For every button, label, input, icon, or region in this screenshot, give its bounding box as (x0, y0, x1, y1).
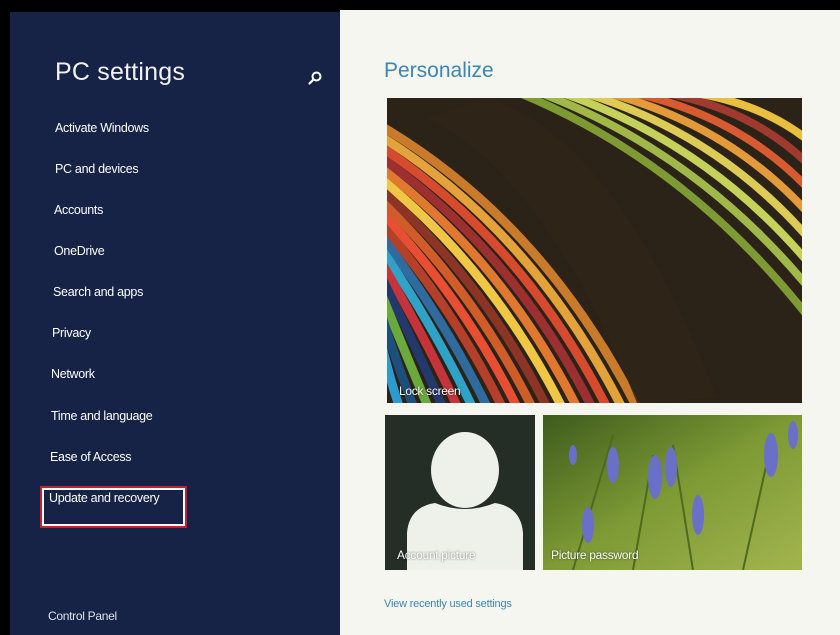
account-picture-label: Account picture (397, 548, 476, 562)
account-picture-tile[interactable]: Account picture (385, 415, 535, 570)
sidebar-item-search-and-apps[interactable]: Search and apps (53, 285, 143, 299)
search-icon[interactable] (307, 70, 323, 86)
sidebar-item-activate-windows[interactable]: Activate Windows (55, 121, 149, 135)
sidebar-item-privacy[interactable]: Privacy (52, 326, 91, 340)
personalize-pane: Personalize Lock screen Account picture … (340, 10, 840, 635)
sidebar-item-onedrive[interactable]: OneDrive (54, 244, 105, 258)
sidebar-item-accounts[interactable]: Accounts (54, 203, 103, 217)
picture-password-image (543, 415, 802, 570)
sidebar-item-pc-and-devices[interactable]: PC and devices (55, 162, 139, 176)
lock-screen-label: Lock screen (399, 384, 461, 398)
control-panel-link[interactable]: Control Panel (48, 609, 117, 623)
page-title: Personalize (384, 59, 494, 82)
picture-password-label: Picture password (551, 548, 639, 562)
recent-settings-link[interactable]: View recently used settings (384, 598, 512, 610)
sidebar-item-time-and-language[interactable]: Time and language (51, 409, 153, 423)
lock-screen-image (387, 98, 802, 403)
lock-screen-tile[interactable]: Lock screen (387, 98, 802, 403)
sidebar-item-update-and-recovery[interactable]: Update and recovery (49, 491, 160, 505)
sidebar-item-ease-of-access[interactable]: Ease of Access (50, 450, 132, 464)
account-picture-image (385, 415, 535, 570)
sidebar-item-network[interactable]: Network (51, 367, 95, 381)
picture-password-tile[interactable]: Picture password (543, 415, 802, 570)
sidebar-title: PC settings (55, 58, 186, 86)
settings-sidebar: PC settings Activate Windows PC and devi… (10, 12, 340, 635)
